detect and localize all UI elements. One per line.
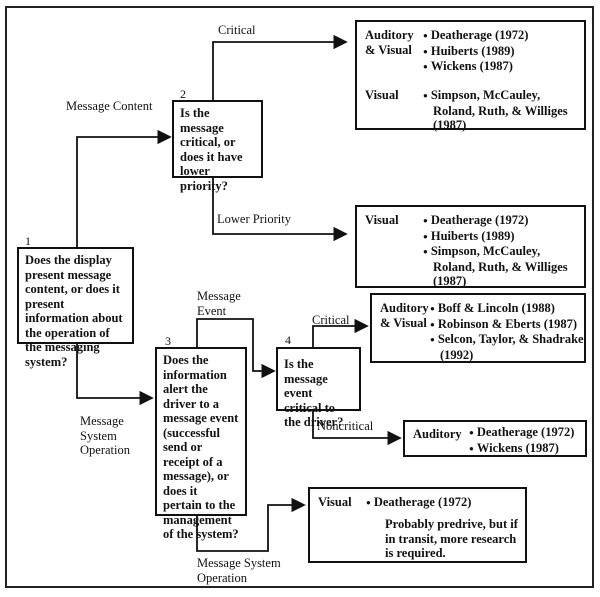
reference-item: Simpson, McCauley, Roland, Ruth, & Willi… bbox=[423, 244, 583, 289]
reference-item: Huiberts (1989) bbox=[423, 44, 583, 60]
modality-label: Auditory & Visual bbox=[365, 28, 414, 57]
result-box-lower-priority: Visual Deatherage (1972) Huiberts (1989)… bbox=[355, 205, 586, 288]
reference-item: Huiberts (1989) bbox=[423, 229, 583, 245]
decision-node-3: Does the information alert the driver to… bbox=[155, 347, 247, 541]
label-message-event: Message Event bbox=[197, 289, 241, 318]
decision-node-2: Is the message critical, or does it have… bbox=[172, 100, 263, 193]
reference-item: Selcon, Taylor, & Shadrake (1992) bbox=[430, 332, 586, 362]
reference-item: Deatherage (1972) bbox=[469, 425, 587, 441]
reference-item: Simpson, McCauley, Roland, Ruth, & Willi… bbox=[423, 88, 583, 133]
result-box-critical-event: Auditory & Visual Boff & Lincoln (1988) … bbox=[370, 293, 586, 363]
reference-item: Deatherage (1972) bbox=[366, 495, 516, 511]
reference-item: Deatherage (1972) bbox=[423, 213, 583, 229]
node-4-number: 4 bbox=[285, 333, 291, 347]
research-note: Probably predrive, but if in transit, mo… bbox=[385, 517, 518, 560]
reference-item: Wickens (1987) bbox=[469, 441, 587, 457]
edge-message-content bbox=[76, 129, 172, 247]
reference-item: Wickens (1987) bbox=[423, 59, 583, 75]
label-message-system-operation-1: Message System Operation bbox=[80, 414, 130, 457]
result-box-noncritical-event: Auditory Deatherage (1972) Wickens (1987… bbox=[403, 420, 587, 457]
label-lower-priority: Lower Priority bbox=[217, 212, 291, 226]
label-message-system-operation-3: Message System Operation bbox=[197, 556, 281, 585]
edge-critical-4 bbox=[312, 318, 369, 347]
decision-node-1: Does the display present message content… bbox=[17, 247, 134, 369]
label-noncritical: Noncritical bbox=[317, 419, 374, 433]
label-message-content: Message Content bbox=[66, 99, 153, 113]
result-box-system-operation: Visual Deatherage (1972) Probably predri… bbox=[308, 487, 527, 563]
flowchart: 1 Does the display present message conte… bbox=[0, 0, 600, 597]
modality-label: Visual bbox=[365, 213, 399, 227]
result-box-critical-content: Auditory & Visual Deatherage (1972) Huib… bbox=[355, 20, 586, 133]
modality-label: Auditory bbox=[413, 427, 462, 441]
decision-node-4: Is the message event critical to the dri… bbox=[276, 347, 361, 429]
label-critical-2: Critical bbox=[218, 23, 256, 37]
reference-item: Robinson & Eberts (1987) bbox=[430, 317, 586, 333]
reference-item: Boff & Lincoln (1988) bbox=[430, 301, 586, 317]
edge-critical-2 bbox=[212, 34, 348, 100]
label-critical-4: Critical bbox=[312, 313, 350, 327]
reference-item: Deatherage (1972) bbox=[423, 28, 583, 44]
modality-label: Visual bbox=[365, 88, 399, 102]
